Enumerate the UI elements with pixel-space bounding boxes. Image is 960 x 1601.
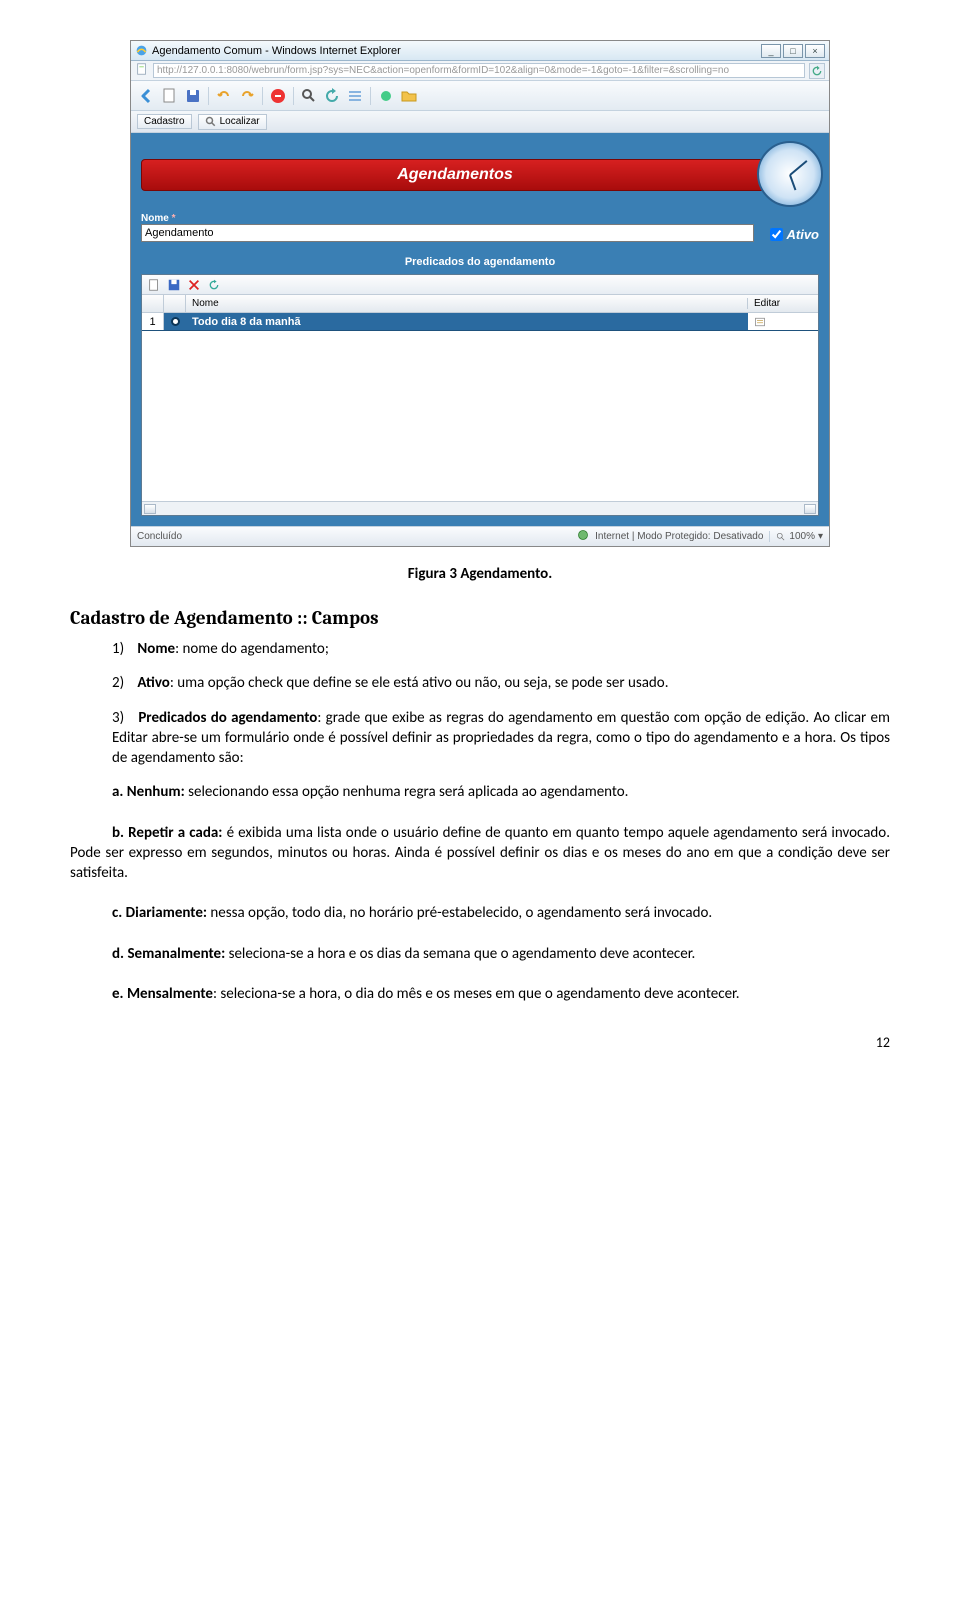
sub-item-d: d. Semanalmente: seleciona-se a hora e o… bbox=[70, 944, 890, 964]
grid-empty-area bbox=[142, 331, 818, 501]
grid-save-icon[interactable] bbox=[166, 277, 182, 293]
url-input[interactable] bbox=[153, 63, 805, 78]
grid-col-nome[interactable]: Nome bbox=[186, 298, 748, 309]
undo-icon[interactable] bbox=[214, 86, 234, 106]
titlebar: Agendamento Comum - Windows Internet Exp… bbox=[131, 41, 829, 61]
list-item: 2) Ativo: uma opção check que define se … bbox=[112, 673, 890, 693]
cadastro-button[interactable]: Cadastro bbox=[137, 114, 192, 129]
redo-icon[interactable] bbox=[237, 86, 257, 106]
browser-window: Agendamento Comum - Windows Internet Exp… bbox=[130, 40, 830, 547]
page-icon bbox=[135, 62, 149, 79]
statusbar: Concluído Internet | Modo Protegido: Des… bbox=[131, 526, 829, 546]
delete-icon[interactable] bbox=[268, 86, 288, 106]
form-body: Agendamentos Nome * At bbox=[131, 133, 829, 526]
nome-label: Nome * bbox=[141, 213, 754, 224]
status-left: Concluído bbox=[137, 531, 182, 542]
row-nome-cell: Todo dia 8 da manhã bbox=[186, 316, 748, 328]
address-bar bbox=[131, 61, 829, 81]
back-icon[interactable] bbox=[137, 86, 157, 106]
close-button[interactable]: × bbox=[805, 44, 825, 58]
grid-delete-icon[interactable] bbox=[186, 277, 202, 293]
ativo-checkbox[interactable]: Ativo bbox=[770, 227, 820, 242]
maximize-button[interactable]: □ bbox=[783, 44, 803, 58]
row-edit-cell[interactable] bbox=[748, 313, 818, 330]
page-number: 12 bbox=[70, 1034, 890, 1051]
grid-col-editar[interactable]: Editar bbox=[748, 298, 818, 309]
window-title: Agendamento Comum - Windows Internet Exp… bbox=[152, 45, 401, 57]
new-icon[interactable] bbox=[160, 86, 180, 106]
grid-hscrollbar[interactable] bbox=[142, 501, 818, 515]
grid-refresh-icon[interactable] bbox=[206, 277, 222, 293]
sub-item-c: c. Diariamente: nessa opção, todo dia, n… bbox=[70, 903, 890, 923]
sub-item-a: a. Nenhum: selecionando essa opção nenhu… bbox=[70, 782, 890, 802]
field-list: 1) Nome: nome do agendamento; 2) Ativo: … bbox=[70, 639, 890, 768]
ativo-label: Ativo bbox=[787, 227, 820, 242]
localizar-button[interactable]: Localizar bbox=[198, 114, 267, 130]
app-toolbar bbox=[131, 81, 829, 111]
table-row[interactable]: 1 Todo dia 8 da manhã bbox=[142, 313, 818, 331]
scroll-left-icon[interactable] bbox=[144, 504, 156, 514]
ie-icon bbox=[135, 44, 148, 57]
clock-icon bbox=[757, 141, 823, 207]
predicados-grid: Nome Editar 1 Todo dia 8 da manhã bbox=[141, 274, 819, 516]
zoom-value: 100% bbox=[789, 531, 815, 542]
zoom-control[interactable]: 100% ▾ bbox=[769, 531, 823, 542]
status-mode: Internet | Modo Protegido: Desativado bbox=[595, 531, 763, 542]
scroll-right-icon[interactable] bbox=[804, 504, 816, 514]
sub-item-e: e. Mensalmente: seleciona-se a hora, o d… bbox=[70, 984, 890, 1004]
figure-caption: Figura 3 Agendamento. bbox=[70, 565, 890, 583]
list-item: 3) Predicados do agendamento: grade que … bbox=[112, 708, 890, 769]
refresh-icon[interactable] bbox=[322, 86, 342, 106]
folder-icon[interactable] bbox=[399, 86, 419, 106]
section-heading: Cadastro de Agendamento :: Campos bbox=[70, 607, 890, 629]
minimize-button[interactable]: _ bbox=[761, 44, 781, 58]
status-icon[interactable] bbox=[376, 86, 396, 106]
grid-header: Nome Editar bbox=[142, 295, 818, 313]
search-icon[interactable] bbox=[299, 86, 319, 106]
row-number: 1 bbox=[142, 313, 164, 330]
predicados-title: Predicados do agendamento bbox=[141, 256, 819, 268]
grid-new-icon[interactable] bbox=[146, 277, 162, 293]
list-icon[interactable] bbox=[345, 86, 365, 106]
globe-icon bbox=[577, 529, 589, 544]
list-item: 1) Nome: nome do agendamento; bbox=[112, 639, 890, 659]
refresh-button[interactable] bbox=[809, 63, 825, 79]
sub-toolbar: Cadastro Localizar bbox=[131, 111, 829, 133]
sub-item-b: b. Repetir a cada: é exibida uma lista o… bbox=[70, 823, 890, 884]
grid-toolbar bbox=[142, 275, 818, 295]
row-selector[interactable] bbox=[164, 317, 186, 326]
save-icon[interactable] bbox=[183, 86, 203, 106]
nome-input[interactable] bbox=[141, 224, 754, 242]
banner-title: Agendamentos bbox=[141, 159, 769, 191]
header-banner: Agendamentos bbox=[141, 151, 819, 199]
